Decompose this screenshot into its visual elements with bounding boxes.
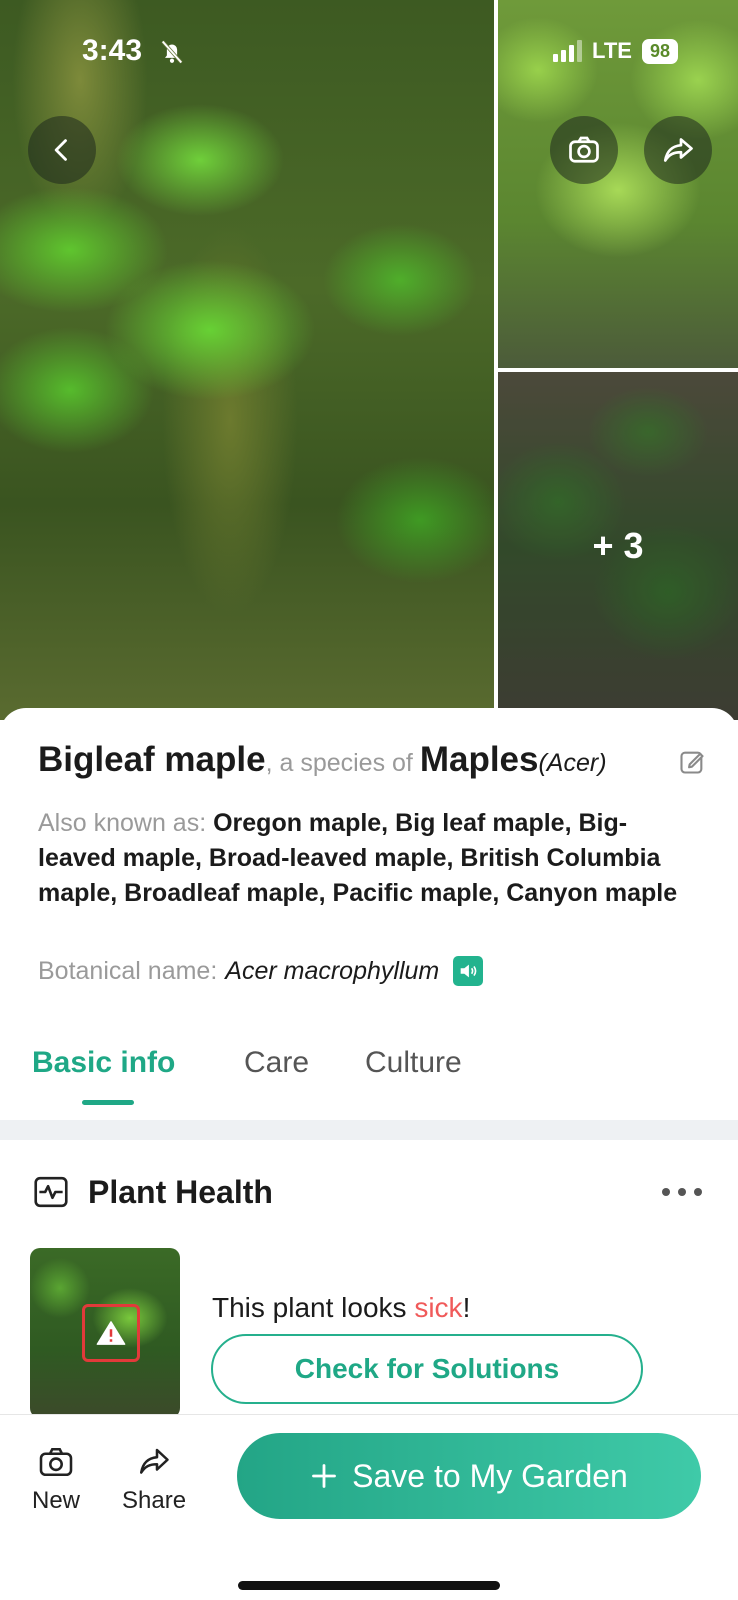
warning-icon [96, 1321, 126, 1345]
bell-slash-icon [161, 40, 183, 64]
speaker-icon [460, 964, 477, 978]
health-status-word: sick [414, 1292, 463, 1323]
back-button[interactable] [28, 116, 96, 184]
pronounce-button[interactable] [453, 956, 484, 986]
plant-genus: Maples [419, 740, 539, 779]
health-status-prefix: This plant looks [212, 1292, 415, 1323]
plant-genus-latin: (Acer) [538, 749, 607, 777]
camera-icon [39, 1447, 73, 1477]
status-indicators: LTE 98 [553, 38, 678, 64]
tab-care[interactable]: Care [244, 1046, 309, 1080]
plant-info-card: Bigleaf maple, a species of Maples(Acer)… [0, 708, 738, 1128]
share-plant-button[interactable]: Share [122, 1445, 186, 1515]
check-solutions-button[interactable]: Check for Solutions [211, 1334, 643, 1404]
new-label: New [32, 1487, 81, 1514]
also-known-as: Also known as: Oregon maple, Big leaf ma… [38, 806, 698, 911]
main-plant-photo[interactable] [0, 0, 494, 720]
new-scan-button[interactable]: New [32, 1445, 80, 1515]
back-icon [54, 139, 67, 161]
camera-icon [569, 136, 599, 163]
species-of-text: , a species of [265, 749, 420, 777]
share-button[interactable] [644, 116, 712, 184]
more-options-icon[interactable] [662, 1188, 702, 1198]
bottom-action-bar: New Share Save to My Garden [0, 1414, 738, 1600]
network-type: LTE [592, 38, 632, 63]
battery-level: 98 [641, 38, 678, 64]
aka-label: Also known as: [38, 809, 214, 837]
plus-icon [312, 1464, 337, 1488]
more-photos-count: + 3 [498, 372, 738, 720]
tab-culture[interactable]: Culture [365, 1046, 462, 1080]
botanical-name: Acer macrophyllum [225, 956, 440, 985]
plant-common-name: Bigleaf maple [38, 740, 266, 779]
signal-icon [553, 40, 583, 62]
active-tab-indicator [82, 1100, 134, 1105]
plant-health-title: Plant Health [88, 1174, 273, 1210]
edit-icon[interactable] [678, 748, 706, 776]
plant-health-section: Plant Health This plant looks sick! Chec… [0, 1140, 738, 1418]
botanical-name-row: Botanical name: Acer macrophyllum [38, 956, 484, 986]
share-icon [663, 138, 693, 162]
botanical-label: Botanical name: [38, 956, 218, 985]
health-pulse-icon [34, 1176, 68, 1208]
share-icon [139, 1448, 169, 1474]
plant-title: Bigleaf maple, a species of Maples(Acer) [38, 740, 678, 780]
tab-basic-info[interactable]: Basic info [32, 1046, 175, 1080]
health-status-text: This plant looks sick! [212, 1292, 470, 1324]
photo-gallery: + 3 [0, 0, 738, 720]
section-divider [0, 1120, 738, 1140]
info-tabs: Basic info Care Culture [0, 1034, 738, 1106]
problem-area-marker [82, 1304, 140, 1362]
status-time: 3:43 [82, 34, 143, 67]
health-status-suffix: ! [462, 1292, 471, 1323]
home-indicator [238, 1581, 500, 1590]
save-label: Save to My Garden [352, 1457, 628, 1494]
health-photo-thumbnail[interactable] [30, 1248, 180, 1418]
save-to-garden-button[interactable]: Save to My Garden [237, 1433, 701, 1519]
more-photos-tile[interactable]: + 3 [498, 372, 738, 720]
camera-button[interactable] [550, 116, 618, 184]
share-label: Share [122, 1487, 187, 1514]
